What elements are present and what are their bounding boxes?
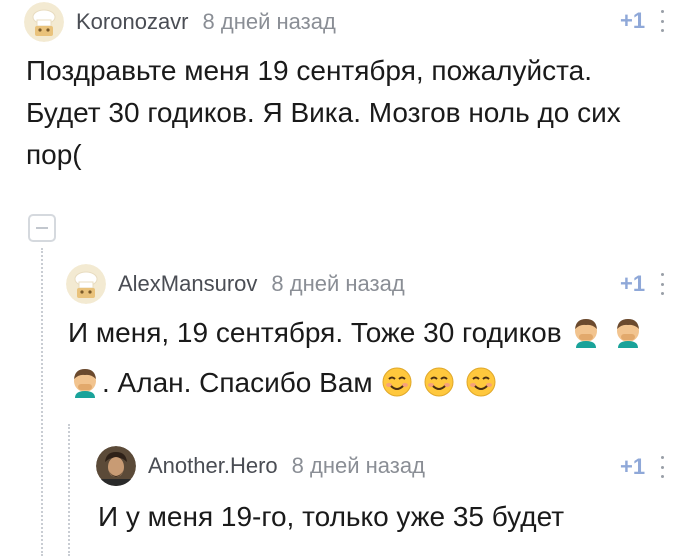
more-vertical-icon[interactable] — [658, 273, 666, 295]
smiling-face-emoji — [466, 367, 496, 397]
comment-author[interactable]: AlexMansurov — [118, 271, 257, 297]
comment-author[interactable]: Another.Hero — [148, 453, 278, 479]
man-facepalming-emoji — [575, 319, 598, 348]
comment-header: Another.Hero 8 дней назад — [96, 444, 425, 488]
comment-rating: +1 — [620, 8, 646, 33]
comment-timestamp[interactable]: 8 дней назад — [292, 453, 425, 479]
comment-timestamp[interactable]: 8 дней назад — [203, 9, 336, 35]
comment-rating: +1 — [620, 454, 646, 479]
comment-text-segment: И меня, 19 сентября. Тоже 30 годиков — [68, 317, 562, 348]
collapse-thread-button[interactable] — [28, 214, 56, 242]
comment-text-line: Будет 30 годиков. Я Вика. Мозгов ноль до… — [26, 97, 621, 128]
comment-body: Поздравьте меня 19 сентября, пожалуйста.… — [26, 50, 686, 176]
comment-text-line: И меня, 19 сентября. Тоже 30 годиков — [68, 312, 688, 354]
comment-text-line: Поздравьте меня 19 сентября, пожалуйста. — [26, 55, 592, 86]
thread-line-level1 — [41, 248, 43, 556]
comment-header: AlexMansurov 8 дней назад — [66, 262, 405, 306]
thread-line-level2 — [68, 424, 70, 556]
comment-header: Koronozavr 8 дней назад — [24, 0, 336, 44]
comment-timestamp[interactable]: 8 дней назад — [271, 271, 404, 297]
comment-text-line: . Алан. Спасибо Вам — [68, 362, 688, 404]
smiling-face-emoji — [424, 367, 454, 397]
man-facepalming-emoji — [74, 369, 96, 398]
collapse-minus-icon — [36, 227, 48, 229]
more-vertical-icon[interactable] — [658, 456, 666, 478]
more-vertical-icon[interactable] — [658, 10, 666, 32]
comment-text-line: И у меня 19-го, только уже 35 будет — [98, 501, 565, 532]
comment-text-line: пор( — [26, 139, 82, 170]
comment-rating: +1 — [620, 271, 646, 296]
comment-text-segment: . Алан. Спасибо Вам — [102, 367, 373, 398]
chef-hat-avatar-icon[interactable] — [24, 2, 64, 42]
smiling-face-emoji — [382, 367, 412, 397]
comment-author[interactable]: Koronozavr — [76, 9, 189, 35]
man-facepalming-emoji — [617, 319, 640, 348]
comment-body: И у меня 19-го, только уже 35 будет — [98, 496, 688, 538]
comment-body: И меня, 19 сентября. Тоже 30 годиков . А… — [68, 312, 688, 404]
bearded-man-avatar-icon[interactable] — [96, 446, 136, 486]
chef-hat-avatar-icon[interactable] — [66, 264, 106, 304]
